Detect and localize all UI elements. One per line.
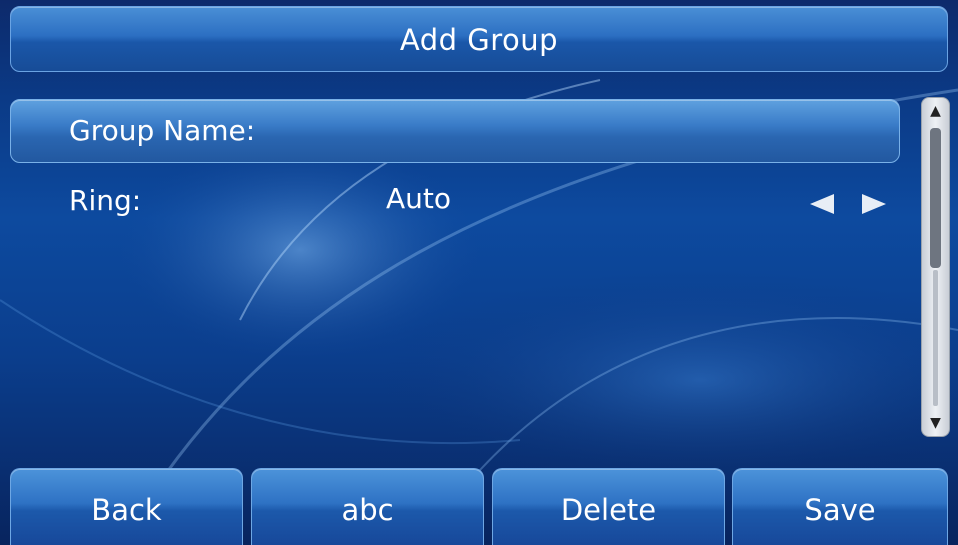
scroll-up-arrow-icon[interactable]: ▲	[924, 100, 947, 122]
ring-value[interactable]: Auto	[386, 182, 451, 215]
ring-label: Ring:	[69, 184, 142, 217]
delete-button[interactable]: Delete	[492, 468, 725, 545]
background-swirl	[0, 79, 958, 545]
save-button[interactable]: Save	[732, 468, 948, 545]
ring-selector-arrows	[810, 194, 886, 214]
phone-screen: Add Group Group Name: Ring: Auto ▲ ▼ Bac…	[0, 0, 958, 545]
scrollbar-thumb[interactable]	[930, 128, 941, 268]
title-bar: Add Group	[10, 6, 948, 72]
right-arrow-icon[interactable]	[862, 194, 886, 214]
softkey-bar: Back abc Delete Save	[0, 468, 958, 545]
back-button[interactable]: Back	[10, 468, 243, 545]
group-name-label: Group Name:	[69, 114, 256, 147]
abc-input-mode-button[interactable]: abc	[251, 468, 484, 545]
scrollbar[interactable]: ▲ ▼	[921, 97, 950, 437]
scroll-down-arrow-icon[interactable]: ▼	[924, 412, 947, 434]
left-arrow-icon[interactable]	[810, 194, 834, 214]
scrollbar-track	[933, 270, 938, 406]
page-title: Add Group	[399, 23, 559, 57]
